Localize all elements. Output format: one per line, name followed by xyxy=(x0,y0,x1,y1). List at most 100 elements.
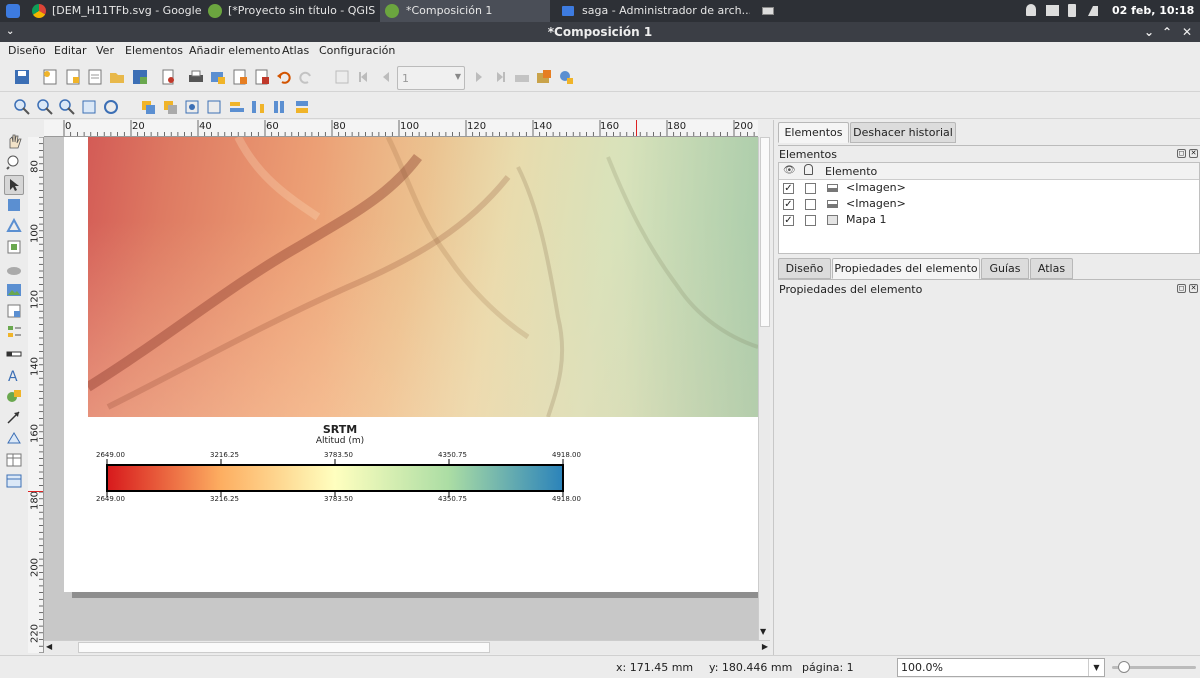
add-arrow-icon[interactable] xyxy=(5,408,23,426)
select-move-icon[interactable] xyxy=(4,175,24,195)
mail-icon[interactable] xyxy=(1046,5,1059,16)
close-icon[interactable]: ✕ xyxy=(1182,22,1192,42)
clock[interactable]: 02 feb, 10:18 xyxy=(1112,0,1196,22)
close-panel-icon[interactable]: ✕ xyxy=(1189,149,1198,158)
menu-diseno[interactable]: Diseño xyxy=(8,44,46,57)
add-node-item-icon[interactable] xyxy=(5,429,23,447)
scroll-right-icon[interactable]: ▶ xyxy=(762,642,768,651)
visibility-checkbox[interactable]: ✓ xyxy=(783,183,794,194)
scroll-thumb[interactable] xyxy=(78,642,490,653)
scroll-down-icon[interactable]: ▼ xyxy=(760,627,766,636)
tab-propiedades-elemento[interactable]: Propiedades del elemento xyxy=(832,258,980,279)
float-panel-icon[interactable]: ◻ xyxy=(1177,284,1186,293)
atlas-settings-icon[interactable] xyxy=(557,68,575,86)
save-icon[interactable] xyxy=(13,68,31,86)
task-file-manager[interactable]: saga - Administrador de arch... xyxy=(582,0,750,22)
menu-configuracion[interactable]: Configuración xyxy=(319,44,395,57)
minimize-icon[interactable]: ⌄ xyxy=(1144,22,1154,42)
align-left-icon[interactable] xyxy=(227,98,245,116)
window-icon[interactable] xyxy=(762,7,774,15)
tab-elementos[interactable]: Elementos xyxy=(778,122,849,143)
raise-item-icon[interactable] xyxy=(293,98,311,116)
map-item[interactable] xyxy=(88,137,758,417)
add-map-icon[interactable] xyxy=(5,238,23,256)
task-chrome[interactable]: [DEM_H11TFb.svg - Google C... xyxy=(52,0,202,22)
zoom-in-icon[interactable] xyxy=(13,98,31,116)
edit-nodes-icon[interactable] xyxy=(5,217,23,235)
zoom-out-icon[interactable] xyxy=(36,98,54,116)
lock-items-icon[interactable] xyxy=(183,98,201,116)
window-menu-icon[interactable]: ⌄ xyxy=(6,22,14,42)
task-composition[interactable]: *Composición 1 xyxy=(406,0,546,22)
menu-elementos[interactable]: Elementos xyxy=(125,44,183,57)
previous-feature-icon[interactable] xyxy=(377,68,395,86)
chevron-down-icon[interactable]: ▼ xyxy=(1088,659,1104,676)
bell-icon[interactable] xyxy=(1026,4,1036,16)
battery-icon[interactable] xyxy=(1068,4,1076,17)
scroll-thumb[interactable] xyxy=(760,137,770,327)
lock-checkbox[interactable] xyxy=(805,215,816,226)
list-item[interactable]: ✓ <Imagen> xyxy=(779,196,1199,212)
lock-checkbox[interactable] xyxy=(805,199,816,210)
add-table-icon[interactable] xyxy=(5,472,23,490)
export-svg-icon[interactable] xyxy=(231,68,249,86)
zoom-combo[interactable]: 100.0% ▼ xyxy=(897,658,1105,677)
volume-icon[interactable] xyxy=(1088,6,1098,16)
print-icon[interactable] xyxy=(187,68,205,86)
resize-icon[interactable] xyxy=(271,98,289,116)
menu-editar[interactable]: Editar xyxy=(54,44,87,57)
composition-manager-icon[interactable] xyxy=(86,68,104,86)
atlas-page-combo[interactable]: 1 ▼ xyxy=(397,66,465,90)
layout-canvas[interactable]: SRTM Altitud (m) 2649.00 3216.25 3783.50… xyxy=(44,137,758,640)
first-feature-icon[interactable] xyxy=(355,68,373,86)
scroll-left-icon[interactable]: ◀ xyxy=(46,642,52,651)
tab-atlas[interactable]: Atlas xyxy=(1030,258,1073,279)
list-item[interactable]: ✓ <Imagen> xyxy=(779,180,1199,196)
move-content-icon[interactable] xyxy=(5,196,23,214)
refresh-icon[interactable] xyxy=(102,98,120,116)
float-panel-icon[interactable]: ◻ xyxy=(1177,149,1186,158)
group-items-icon[interactable] xyxy=(161,98,179,116)
add-label-icon[interactable]: A xyxy=(5,366,23,385)
zoom-slider-handle[interactable] xyxy=(1118,661,1130,673)
unlock-items-icon[interactable] xyxy=(205,98,223,116)
next-feature-icon[interactable] xyxy=(470,68,488,86)
add-html-icon[interactable] xyxy=(5,302,23,320)
add-legend-icon[interactable] xyxy=(5,323,23,341)
zoom-full-icon[interactable] xyxy=(80,98,98,116)
atlas-preview-icon[interactable] xyxy=(333,68,351,86)
undo-icon[interactable] xyxy=(275,68,293,86)
tab-deshacer-historial[interactable]: Deshacer historial xyxy=(850,122,956,143)
menu-ver[interactable]: Ver xyxy=(96,44,114,57)
add-attribute-table-icon[interactable] xyxy=(5,451,23,469)
add-image-icon[interactable] xyxy=(5,281,23,299)
new-composition-icon[interactable] xyxy=(41,68,59,86)
list-item[interactable]: ✓ Mapa 1 xyxy=(779,212,1199,228)
add-shape-icon[interactable] xyxy=(5,387,23,405)
visibility-checkbox[interactable]: ✓ xyxy=(783,215,794,226)
page-setup-icon[interactable] xyxy=(159,68,177,86)
lower-item-icon[interactable] xyxy=(139,98,157,116)
add-scalebar-icon[interactable] xyxy=(5,345,23,363)
close-panel-icon[interactable]: ✕ xyxy=(1189,284,1198,293)
save-template-icon[interactable] xyxy=(131,68,149,86)
print-atlas-icon[interactable] xyxy=(513,68,531,86)
task-qgis-project[interactable]: [*Proyecto sin título - QGIS [... xyxy=(228,0,378,22)
zoom-actual-icon[interactable] xyxy=(58,98,76,116)
add-3d-map-icon[interactable] xyxy=(5,260,23,278)
export-atlas-icon[interactable] xyxy=(535,68,553,86)
export-pdf-icon[interactable] xyxy=(253,68,271,86)
redo-icon[interactable] xyxy=(297,68,315,86)
start-menu-icon[interactable] xyxy=(6,4,20,18)
export-image-icon[interactable] xyxy=(209,68,227,86)
tab-diseno[interactable]: Diseño xyxy=(778,258,831,279)
open-folder-icon[interactable] xyxy=(108,68,126,86)
maximize-icon[interactable]: ⌃ xyxy=(1162,22,1172,42)
duplicate-composition-icon[interactable] xyxy=(64,68,82,86)
pan-icon[interactable] xyxy=(5,132,23,150)
tab-guias[interactable]: Guías xyxy=(981,258,1029,279)
last-feature-icon[interactable] xyxy=(491,68,509,86)
lock-checkbox[interactable] xyxy=(805,183,816,194)
distribute-icon[interactable] xyxy=(249,98,267,116)
zoom-slider[interactable] xyxy=(1112,661,1196,673)
